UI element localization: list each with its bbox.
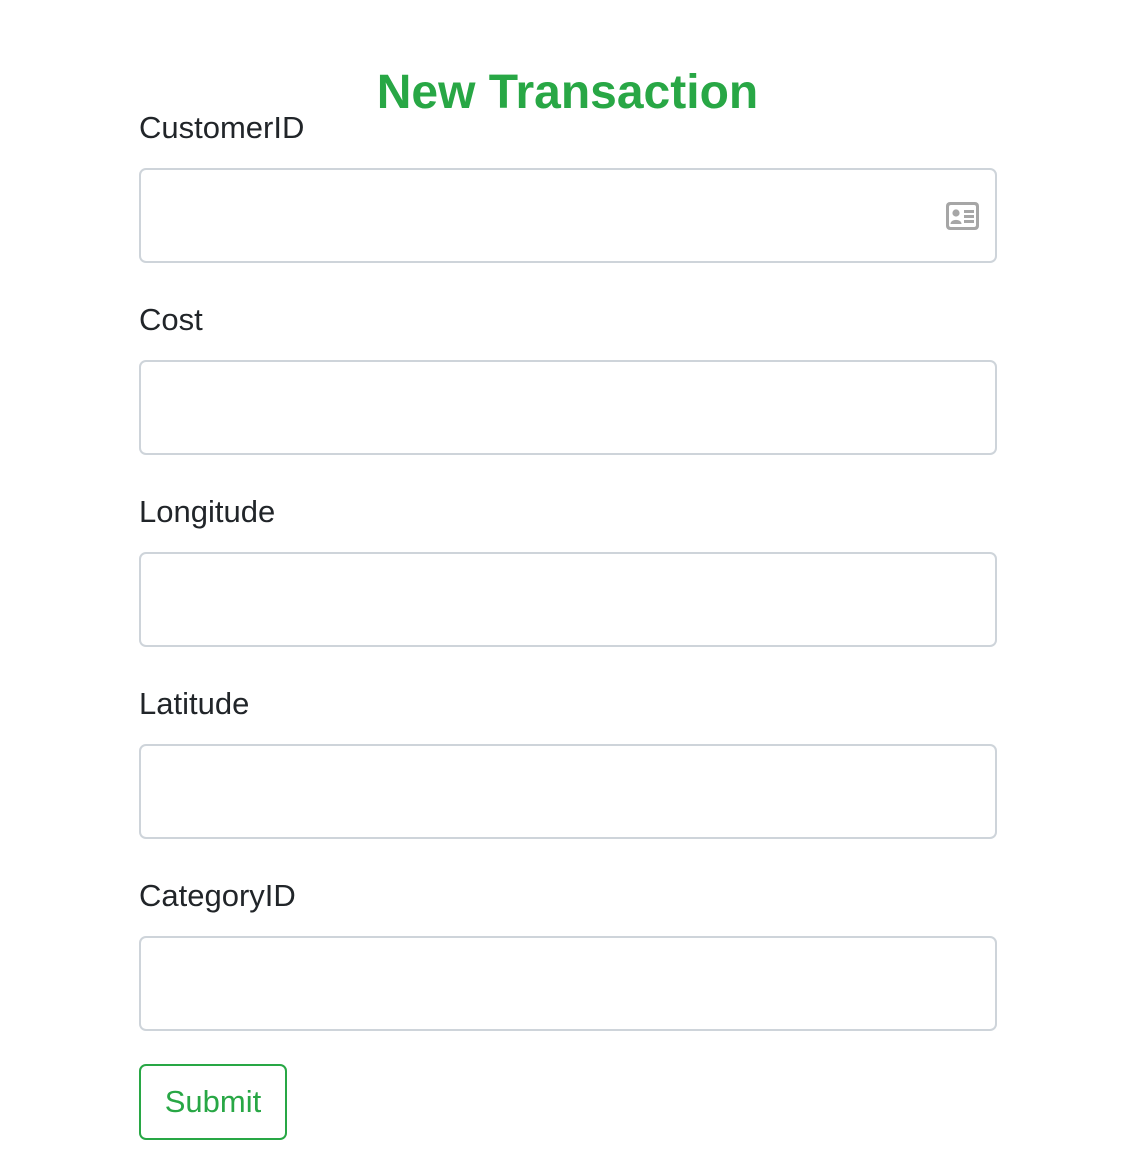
longitude-label: Longitude [139,494,276,529]
latitude-input[interactable] [141,746,995,837]
category-id-field[interactable] [139,936,997,1031]
customer-id-input[interactable] [141,170,995,261]
customer-id-field[interactable] [139,168,997,263]
longitude-input[interactable] [141,554,995,645]
latitude-label: Latitude [139,686,250,721]
cost-field[interactable] [139,360,997,455]
category-id-label: CategoryID [139,878,296,913]
cost-input[interactable] [141,362,995,453]
longitude-field[interactable] [139,552,997,647]
category-id-input[interactable] [141,938,995,1029]
latitude-field[interactable] [139,744,997,839]
contact-card-icon [946,202,979,230]
cost-label: Cost [139,302,203,337]
customer-id-label: CustomerID [139,110,305,145]
submit-button[interactable]: Submit [139,1064,287,1140]
